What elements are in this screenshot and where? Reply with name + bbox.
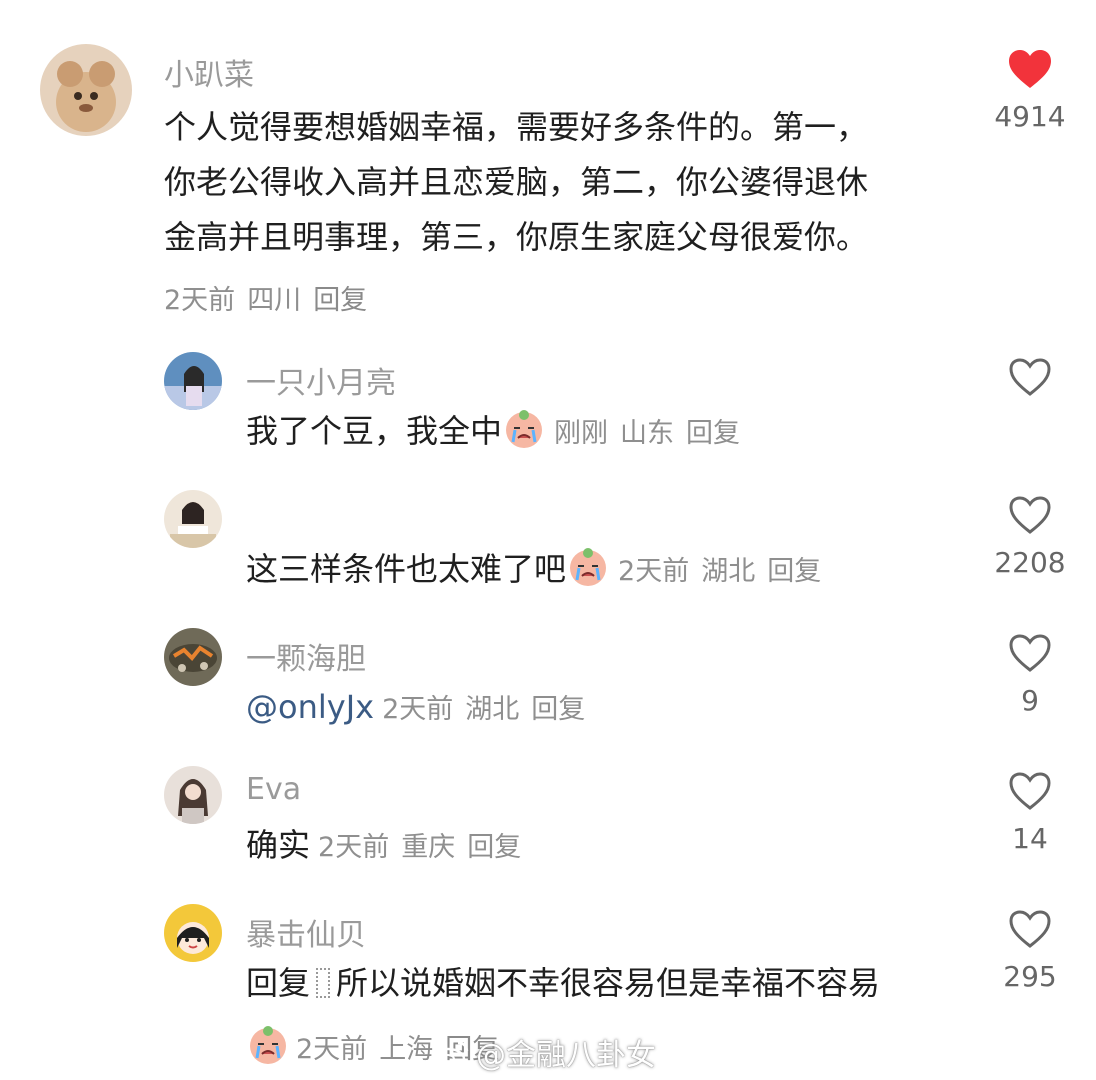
heart-outline-icon bbox=[1009, 496, 1051, 534]
avatar[interactable] bbox=[164, 628, 222, 686]
reply-prefix: 回复 bbox=[246, 964, 311, 1002]
watermark: @金融八卦女 bbox=[430, 1030, 656, 1074]
comment-author[interactable]: 暴击仙贝 bbox=[246, 910, 366, 954]
comment-time: 刚刚 bbox=[554, 418, 609, 449]
comment-time: 2天前 bbox=[296, 1034, 368, 1065]
avatar[interactable] bbox=[164, 352, 222, 410]
comment-text: 回复 所以说婚姻不幸很容易但是幸福不容易 bbox=[246, 956, 880, 1011]
comment-line: 你老公得收入高并且恋爱脑，第二，你公婆得退休 bbox=[164, 163, 869, 201]
comment-text-content: 所以说婚姻不幸很容易但是幸福不容易 bbox=[336, 964, 881, 1002]
crying-emoji-icon bbox=[506, 410, 543, 448]
comment-meta: 2天前 四川 回复 bbox=[164, 278, 379, 317]
comment-line: 金高并且明事理，第三，你原生家庭父母很爱你。 bbox=[164, 218, 869, 256]
comment-author[interactable]: 小趴菜 bbox=[164, 50, 254, 94]
missing-glyph bbox=[316, 968, 331, 998]
crying-emoji-icon bbox=[570, 548, 607, 586]
like-count: 14 bbox=[1012, 822, 1048, 855]
comment-time: 2天前 bbox=[164, 285, 236, 316]
comment-text: 确实 2天前 重庆 回复 bbox=[246, 818, 533, 875]
heart-filled-icon bbox=[1009, 50, 1051, 88]
avatar[interactable] bbox=[164, 490, 222, 548]
comment-time: 2天前 bbox=[618, 556, 690, 587]
comment-location: 山东 bbox=[620, 418, 675, 449]
mention-link[interactable]: @onlyJx bbox=[246, 688, 374, 726]
comment-text: 我了个豆，我全中 刚刚 山东 回复 bbox=[246, 404, 752, 461]
reply-button[interactable]: 回复 bbox=[767, 556, 821, 587]
heart-outline-icon bbox=[1009, 910, 1051, 948]
comment-location: 四川 bbox=[247, 285, 302, 316]
like-button[interactable] bbox=[975, 356, 1085, 398]
comment-location: 湖北 bbox=[701, 556, 756, 587]
avatar[interactable] bbox=[40, 44, 132, 136]
like-count: 9 bbox=[1021, 684, 1039, 717]
like-count: 4914 bbox=[994, 100, 1066, 133]
comment-author[interactable]: 一颗海胆 bbox=[246, 634, 366, 678]
reply-button[interactable]: 回复 bbox=[531, 694, 585, 725]
like-button[interactable]: 295 bbox=[975, 908, 1085, 993]
avatar[interactable] bbox=[164, 766, 222, 824]
comment-line: 个人觉得要想婚姻幸福，需要好多条件的。第一， bbox=[164, 108, 869, 146]
comment-location: 湖北 bbox=[465, 694, 520, 725]
comment-location: 重庆 bbox=[401, 832, 456, 863]
reply-button[interactable]: 回复 bbox=[313, 285, 367, 316]
like-button[interactable]: 14 bbox=[975, 770, 1085, 855]
like-count: 295 bbox=[1003, 960, 1057, 993]
comment-text-content: 我了个豆，我全中 bbox=[246, 412, 503, 450]
comment-text: 个人觉得要想婚姻幸福，需要好多条件的。第一， 你老公得收入高并且恋爱脑，第二，你… bbox=[164, 100, 868, 265]
watermark-text: @金融八卦女 bbox=[476, 1038, 656, 1073]
like-button[interactable]: 2208 bbox=[975, 494, 1085, 579]
comment-author[interactable]: 一只小月亮 bbox=[246, 358, 396, 402]
comment-location: 上海 bbox=[379, 1034, 434, 1065]
like-button[interactable]: 9 bbox=[975, 632, 1085, 717]
comment-text-content: 确实 bbox=[246, 826, 311, 864]
heart-outline-icon bbox=[1009, 358, 1051, 396]
like-count: 2208 bbox=[994, 546, 1066, 579]
comment-time: 2天前 bbox=[318, 832, 390, 863]
comment-text-content: 这三样条件也太难了吧 bbox=[246, 550, 567, 588]
like-button[interactable]: 4914 bbox=[975, 48, 1085, 133]
weibo-logo-icon bbox=[430, 1041, 469, 1071]
comment-author[interactable]: Eva bbox=[246, 772, 301, 807]
reply-button[interactable]: 回复 bbox=[686, 418, 740, 449]
comment-time: 2天前 bbox=[382, 694, 454, 725]
heart-outline-icon bbox=[1009, 634, 1051, 672]
heart-outline-icon bbox=[1009, 772, 1051, 810]
avatar[interactable] bbox=[164, 904, 222, 962]
comment-text: @onlyJx 2天前 湖北 回复 bbox=[246, 680, 597, 737]
reply-button[interactable]: 回复 bbox=[467, 832, 521, 863]
comment-text: 这三样条件也太难了吧 2天前 湖北 回复 bbox=[246, 542, 833, 599]
crying-emoji-icon bbox=[250, 1026, 286, 1064]
